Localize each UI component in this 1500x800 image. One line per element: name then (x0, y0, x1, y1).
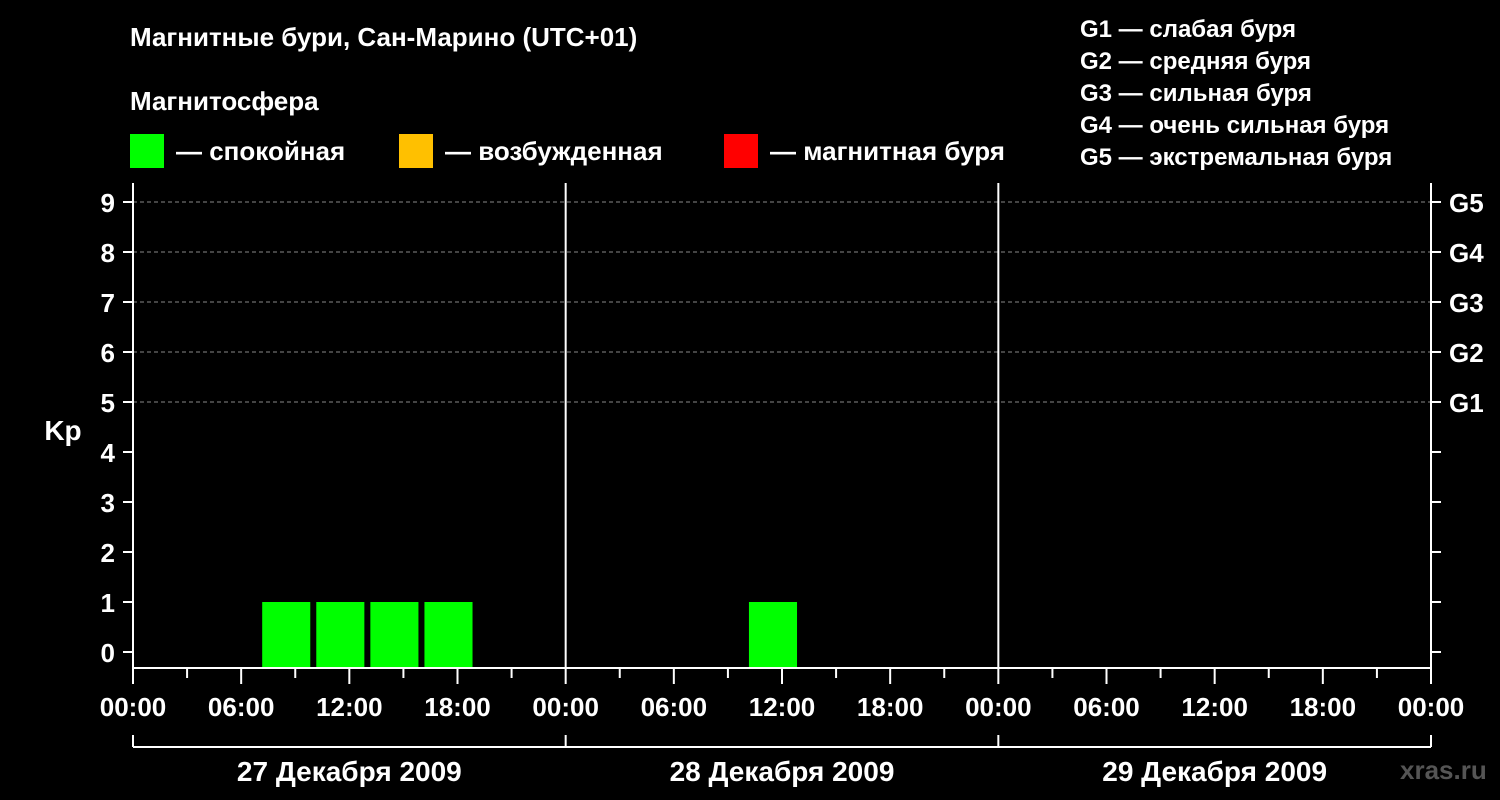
day-label-1: 28 Декабря 2009 (670, 756, 895, 787)
y-tick-label-4: 4 (101, 438, 116, 468)
y-tick-label-2: 2 (101, 538, 115, 568)
axes: 0 1 2 3 4 5 6 7 8 9 G1 G2 G3 G4 G5 00:00 06:00 12:00 18:00… (100, 183, 1484, 787)
x-tick-label-5: 06:00 (641, 692, 708, 722)
y-tick-label-5: 5 (101, 388, 115, 418)
x-tick-label-6: 12:00 (749, 692, 816, 722)
x-tick-label-4: 00:00 (532, 692, 599, 722)
x-tick-label-0: 00:00 (100, 692, 167, 722)
x-tick-label-11: 18:00 (1290, 692, 1357, 722)
x-tick-label-3: 18:00 (424, 692, 491, 722)
day-label-0: 27 Декабря 2009 (237, 756, 462, 787)
y-tick-label-9: 9 (101, 188, 115, 218)
x-tick-label-10: 12:00 (1181, 692, 1248, 722)
grid-lines (133, 201, 1431, 403)
kp-bar-3 (424, 602, 473, 668)
x-tick-label-7: 18:00 (857, 692, 924, 722)
right-axis-label-g4: G4 (1449, 238, 1484, 268)
y-tick-label-1: 1 (101, 588, 115, 618)
watermark: xras.ru (1400, 755, 1487, 785)
right-axis-label-g3: G3 (1449, 288, 1484, 318)
right-axis-label-g5: G5 (1449, 188, 1484, 218)
x-tick-label-8: 00:00 (965, 692, 1032, 722)
day-label-2: 29 Декабря 2009 (1102, 756, 1327, 787)
right-axis-label-g1: G1 (1449, 388, 1484, 418)
x-tick-label-12: 00:00 (1398, 692, 1465, 722)
kp-chart: 0 1 2 3 4 5 6 7 8 9 G1 G2 G3 G4 G5 00:00 06:00 12:00 18:00… (44, 183, 1484, 787)
y-tick-label-3: 3 (101, 488, 115, 518)
y-tick-label-8: 8 (101, 238, 115, 268)
kp-bar-2 (370, 602, 419, 668)
y-tick-label-0: 0 (101, 638, 115, 668)
kp-bar-0 (262, 602, 311, 668)
y-tick-label-7: 7 (101, 288, 115, 318)
y-tick-label-6: 6 (101, 338, 115, 368)
y-axis-label: Kp (44, 415, 81, 446)
x-tick-label-9: 06:00 (1073, 692, 1140, 722)
x-tick-label-2: 12:00 (316, 692, 383, 722)
kp-bar-4 (748, 602, 798, 668)
kp-bar-1 (316, 602, 365, 668)
kp-bars (262, 602, 798, 668)
right-axis-label-g2: G2 (1449, 338, 1484, 368)
x-tick-label-1: 06:00 (208, 692, 275, 722)
